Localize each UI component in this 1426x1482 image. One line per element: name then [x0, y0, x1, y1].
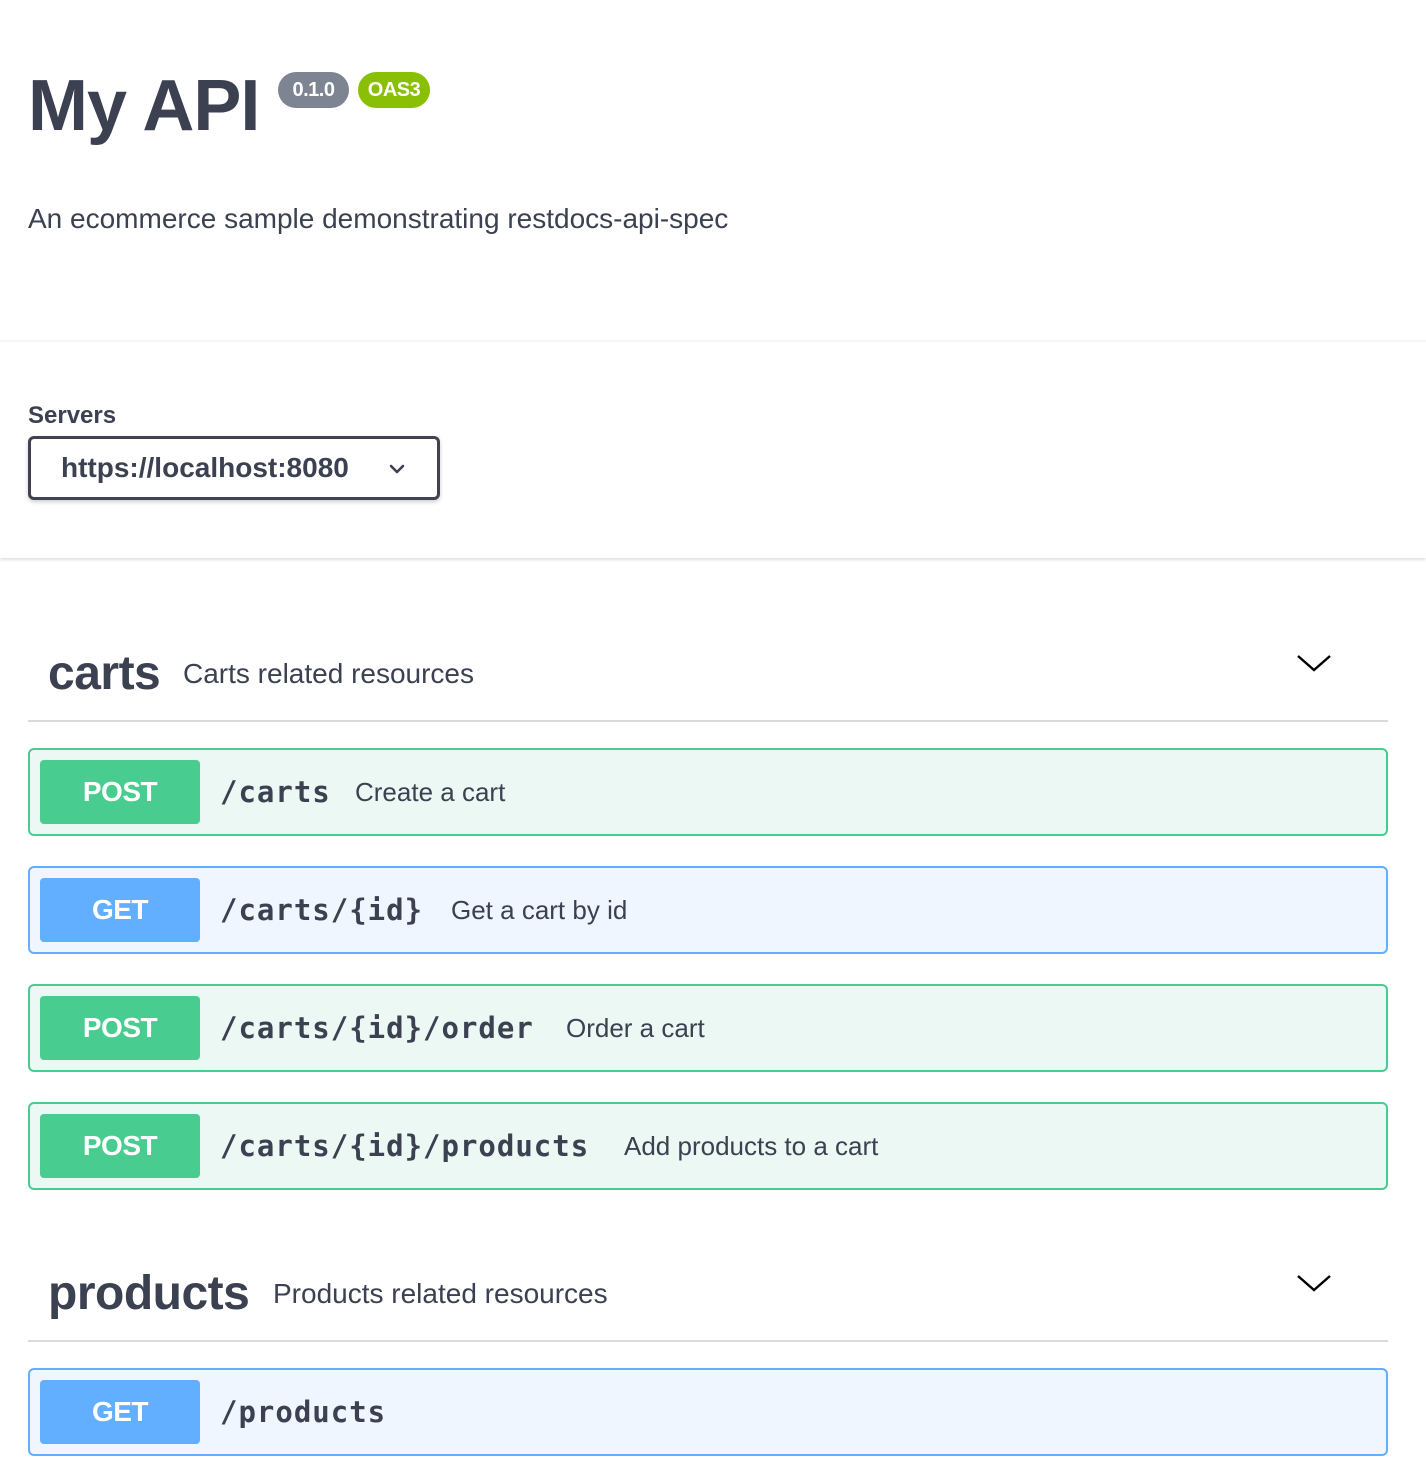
chevron-down-icon — [389, 464, 405, 474]
api-info: My API 0.1.0 OAS3 An ecommerce sample de… — [0, 0, 1426, 340]
method-badge: GET — [40, 1380, 200, 1444]
operation-post-cart-order[interactable]: POST /carts/{id}/order Order a cart — [28, 984, 1388, 1072]
servers-label: Servers — [28, 402, 117, 429]
operation-get-products[interactable]: GET /products — [28, 1368, 1388, 1456]
chevron-down-icon[interactable] — [1296, 648, 1332, 678]
operation-summary: Get a cart by id — [451, 895, 628, 925]
method-badge: POST — [40, 1114, 200, 1178]
server-select[interactable]: https://localhost:8080 — [28, 436, 440, 500]
version-badge: 0.1.0 — [278, 72, 349, 108]
operation-summary: Order a cart — [566, 1013, 705, 1043]
operation-path: /carts/{id} — [220, 893, 424, 927]
method-badge: GET — [40, 878, 200, 942]
servers-section: Servers https://localhost:8080 — [0, 342, 1426, 558]
tag-section-products: products Products related resources — [28, 1260, 1388, 1342]
method-badge: POST — [40, 760, 200, 824]
tag-name: products — [48, 1267, 250, 1320]
tag-section-carts: carts Carts related resources — [28, 640, 1388, 722]
tag-header-products[interactable]: products Products related resources — [28, 1244, 1388, 1342]
operation-summary: Create a cart — [355, 777, 506, 807]
operation-path: /products — [220, 1395, 387, 1429]
operation-post-carts[interactable]: POST /carts Create a cart — [28, 748, 1388, 836]
operation-path: /carts — [220, 775, 331, 809]
method-badge: POST — [40, 996, 200, 1060]
oas-badge: OAS3 — [358, 72, 430, 108]
operation-path: /carts/{id}/order — [220, 1011, 534, 1045]
operation-summary: Add products to a cart — [624, 1131, 879, 1161]
operation-get-cart-by-id[interactable]: GET /carts/{id} Get a cart by id — [28, 866, 1388, 954]
tag-name: carts — [48, 647, 161, 700]
chevron-down-icon[interactable] — [1296, 1268, 1332, 1298]
operation-post-cart-products[interactable]: POST /carts/{id}/products Add products t… — [28, 1102, 1388, 1190]
api-title: My API — [28, 66, 260, 146]
operation-path: /carts/{id}/products — [220, 1129, 590, 1163]
server-select-value: https://localhost:8080 — [61, 452, 349, 483]
tag-header-carts[interactable]: carts Carts related resources — [28, 624, 1388, 722]
tag-description: Carts related resources — [183, 658, 475, 689]
tag-description: Products related resources — [273, 1278, 608, 1309]
api-description: An ecommerce sample demonstrating restdo… — [28, 203, 729, 234]
